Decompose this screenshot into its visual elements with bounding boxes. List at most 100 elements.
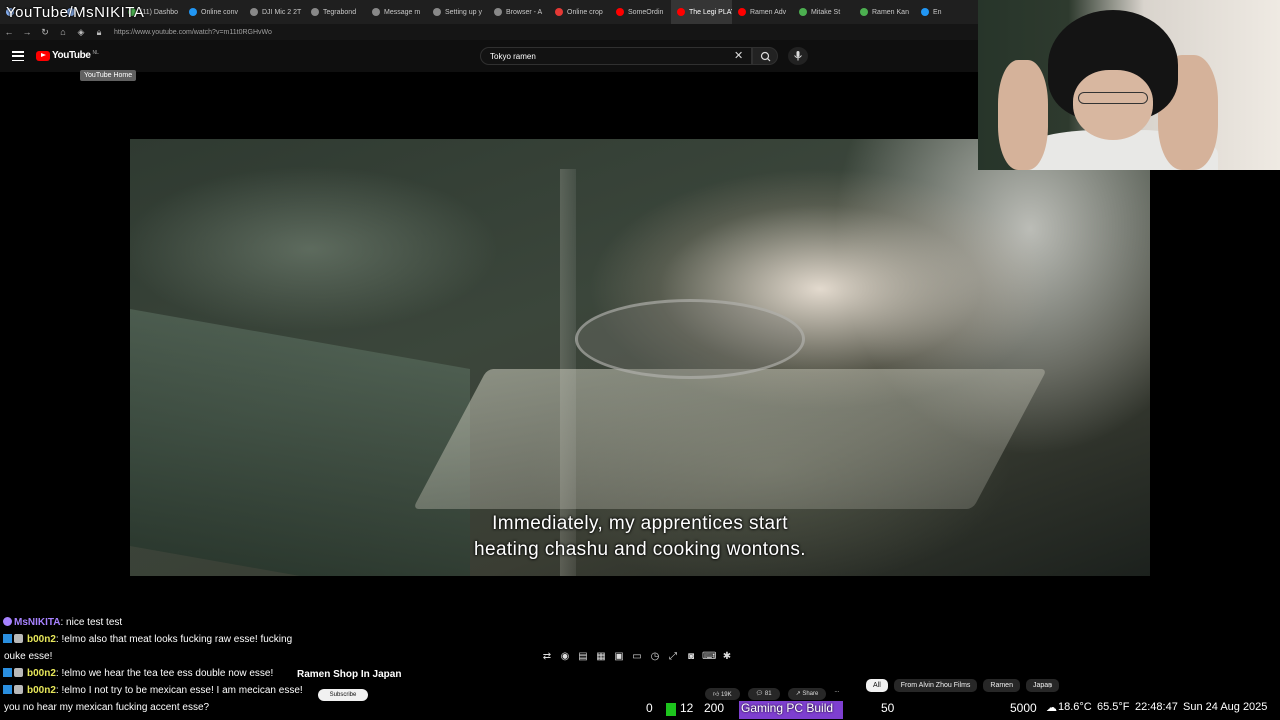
filter-chip[interactable]: All — [866, 679, 888, 692]
microphone-icon — [794, 51, 802, 61]
settings-icon[interactable]: ✱ — [720, 650, 734, 663]
globe-icon — [494, 8, 502, 16]
camera-icon[interactable]: ◙ — [684, 650, 698, 663]
shield-icon[interactable]: ◈ — [72, 27, 90, 38]
more-actions-button[interactable]: ... — [834, 688, 839, 700]
chat-username: MsNIKITA — [14, 617, 61, 628]
filter-chip[interactable]: Japan — [1025, 679, 1060, 692]
browser-tab[interactable]: Ramen Adv — [732, 0, 793, 24]
chat-message: MsNIKITA: nice test test — [0, 614, 440, 631]
browser-tab-label: Message m — [384, 8, 421, 16]
address-bar: ← → ↻ ⌂ ◈ 🔒︎ https://www.youtube.com/wat… — [0, 24, 980, 40]
forward-icon[interactable]: → — [18, 27, 36, 37]
platform-badge-icon — [3, 668, 12, 677]
webcam-person-glasses — [1078, 92, 1148, 104]
globe-icon — [189, 8, 197, 16]
browser-tab[interactable]: En — [915, 0, 976, 24]
browser-tab[interactable]: SomeOrdin — [610, 0, 671, 24]
browser-tab[interactable]: Message m — [366, 0, 427, 24]
filter-chip[interactable]: From Alvin Zhou Films — [893, 679, 978, 692]
browser-tab-label: Setting up y — [445, 8, 482, 16]
browser-tab[interactable]: Ramen Kan — [854, 0, 915, 24]
keyboard-icon[interactable]: ⌨ — [702, 650, 716, 663]
url-field[interactable]: https://www.youtube.com/watch?v=m11t0RGH… — [114, 29, 272, 36]
browser-tab-label: Tegrabond — [323, 8, 357, 16]
browser-tab-label: Online conv — [201, 8, 238, 16]
stream-overlay-title: YouTube/MsNIKITA — [6, 4, 145, 21]
youtube-icon — [677, 8, 685, 16]
chat-text: : !elmo I not try to be mexican esse! I … — [55, 685, 303, 696]
repeat-icon[interactable]: ⇄ — [540, 650, 554, 663]
crop-icon[interactable]: ▣ — [612, 650, 626, 663]
video-scene-plate — [575, 299, 805, 379]
temperature-celsius: 18.6°C — [1058, 701, 1092, 713]
stat-200: 200 — [704, 701, 725, 715]
comments-button[interactable]: 💬︎ 81 — [747, 688, 780, 700]
globe-icon — [311, 8, 319, 16]
map-pin-icon — [799, 8, 807, 16]
search-button[interactable] — [752, 47, 778, 65]
viewer-count: 0 — [646, 701, 653, 715]
browser-tab-label: Ramen Adv — [750, 8, 787, 16]
like-button[interactable]: 👍︎ 19K — [705, 688, 740, 700]
browser-tab-label: En — [933, 8, 942, 16]
caption-line-2: heating chashu and cooking wontons. — [474, 539, 806, 560]
chat-text: you no hear my mexican fucking accent es… — [4, 702, 210, 713]
home-icon[interactable]: ⌂ — [54, 27, 72, 37]
youtube-logo[interactable]: YouTube NL — [36, 50, 99, 61]
share-label: Share — [802, 691, 819, 697]
voice-search-button[interactable] — [788, 47, 808, 65]
window-icon[interactable]: ▭ — [630, 650, 644, 663]
youtube-icon — [738, 8, 746, 16]
back-icon[interactable]: ← — [0, 27, 18, 37]
globe-icon — [433, 8, 441, 16]
search-input[interactable]: Tokyo ramen — [480, 47, 752, 65]
chat-username: b00n2 — [27, 668, 56, 679]
video-player[interactable]: Immediately, my apprentices start heatin… — [130, 139, 1150, 576]
browser-tab[interactable]: Setting up y — [427, 0, 488, 24]
obs-toolbar: ⇄ ◉ ▤ ▦ ▣ ▭ ◷ ⤢ ◙ ⌨ ✱ — [540, 650, 734, 663]
map-pin-icon — [860, 8, 868, 16]
browser-tab[interactable]: The Legi PLAYING✕ — [671, 0, 732, 24]
date-display: Sun 24 Aug 2025 — [1183, 701, 1268, 713]
chevron-right-icon[interactable]: › — [1049, 680, 1052, 690]
browser-tab[interactable]: DJI Mic 2 2T — [244, 0, 305, 24]
webcam-person-left-hand — [998, 60, 1048, 170]
layers-icon[interactable]: ▤ — [576, 650, 590, 663]
follower-icon — [666, 703, 676, 716]
chat-message: b00n2: !elmo I not try to be mexican ess… — [0, 682, 440, 699]
browser-tab[interactable]: Mitake St — [793, 0, 854, 24]
clock-icon[interactable]: ◷ — [648, 650, 662, 663]
share-button[interactable]: ↗ Share — [787, 688, 827, 700]
browser-tab[interactable]: Online conv — [183, 0, 244, 24]
browser-tab-label: The Legi PLAYING — [689, 8, 732, 16]
browser-tab-label: Browser - A — [506, 8, 543, 16]
expand-icon[interactable]: ⤢ — [666, 650, 680, 663]
filter-chip[interactable]: Ramen — [983, 679, 1020, 692]
video-scene-scale — [412, 369, 1048, 509]
goal-label: Gaming PC Build — [741, 701, 834, 715]
browser-tab[interactable]: Tegrabond — [305, 0, 366, 24]
browser-tab[interactable]: Browser - A — [488, 0, 549, 24]
chat-message: b00n2: !elmo also that meat looks fuckin… — [0, 631, 440, 648]
menu-icon[interactable] — [12, 51, 24, 61]
temperature-fahrenheit: 65.5°F — [1097, 701, 1130, 713]
chat-username: b00n2 — [27, 685, 56, 696]
search-icon — [760, 51, 771, 62]
caption-line-1: Immediately, my apprentices start — [492, 513, 788, 534]
browser-tab-label: (11) Dashbo — [140, 8, 179, 16]
browser-tab-label: DJI Mic 2 2T — [262, 8, 302, 16]
browser-tab-label: SomeOrdin — [628, 8, 664, 16]
clock-time: 22:48:47 — [1135, 701, 1178, 713]
globe-icon — [921, 8, 929, 16]
browser-tab-label: Ramen Kan — [872, 8, 909, 16]
clear-search-icon[interactable]: ✕ — [734, 49, 743, 62]
film-icon[interactable]: ▦ — [594, 650, 608, 663]
chat-text: : !elmo also that meat looks fucking raw… — [55, 634, 293, 645]
audio-icon[interactable]: ◉ — [558, 650, 572, 663]
goal-current: 50 — [881, 701, 895, 715]
browser-tab-strip: (11) Dashbo Online conv DJI Mic 2 2T Tegrab… — [0, 0, 980, 24]
related-filter-chips: All From Alvin Zhou Films Ramen Japan — [866, 679, 1060, 692]
reload-icon[interactable]: ↻ — [36, 27, 54, 38]
browser-tab[interactable]: Online crop — [549, 0, 610, 24]
